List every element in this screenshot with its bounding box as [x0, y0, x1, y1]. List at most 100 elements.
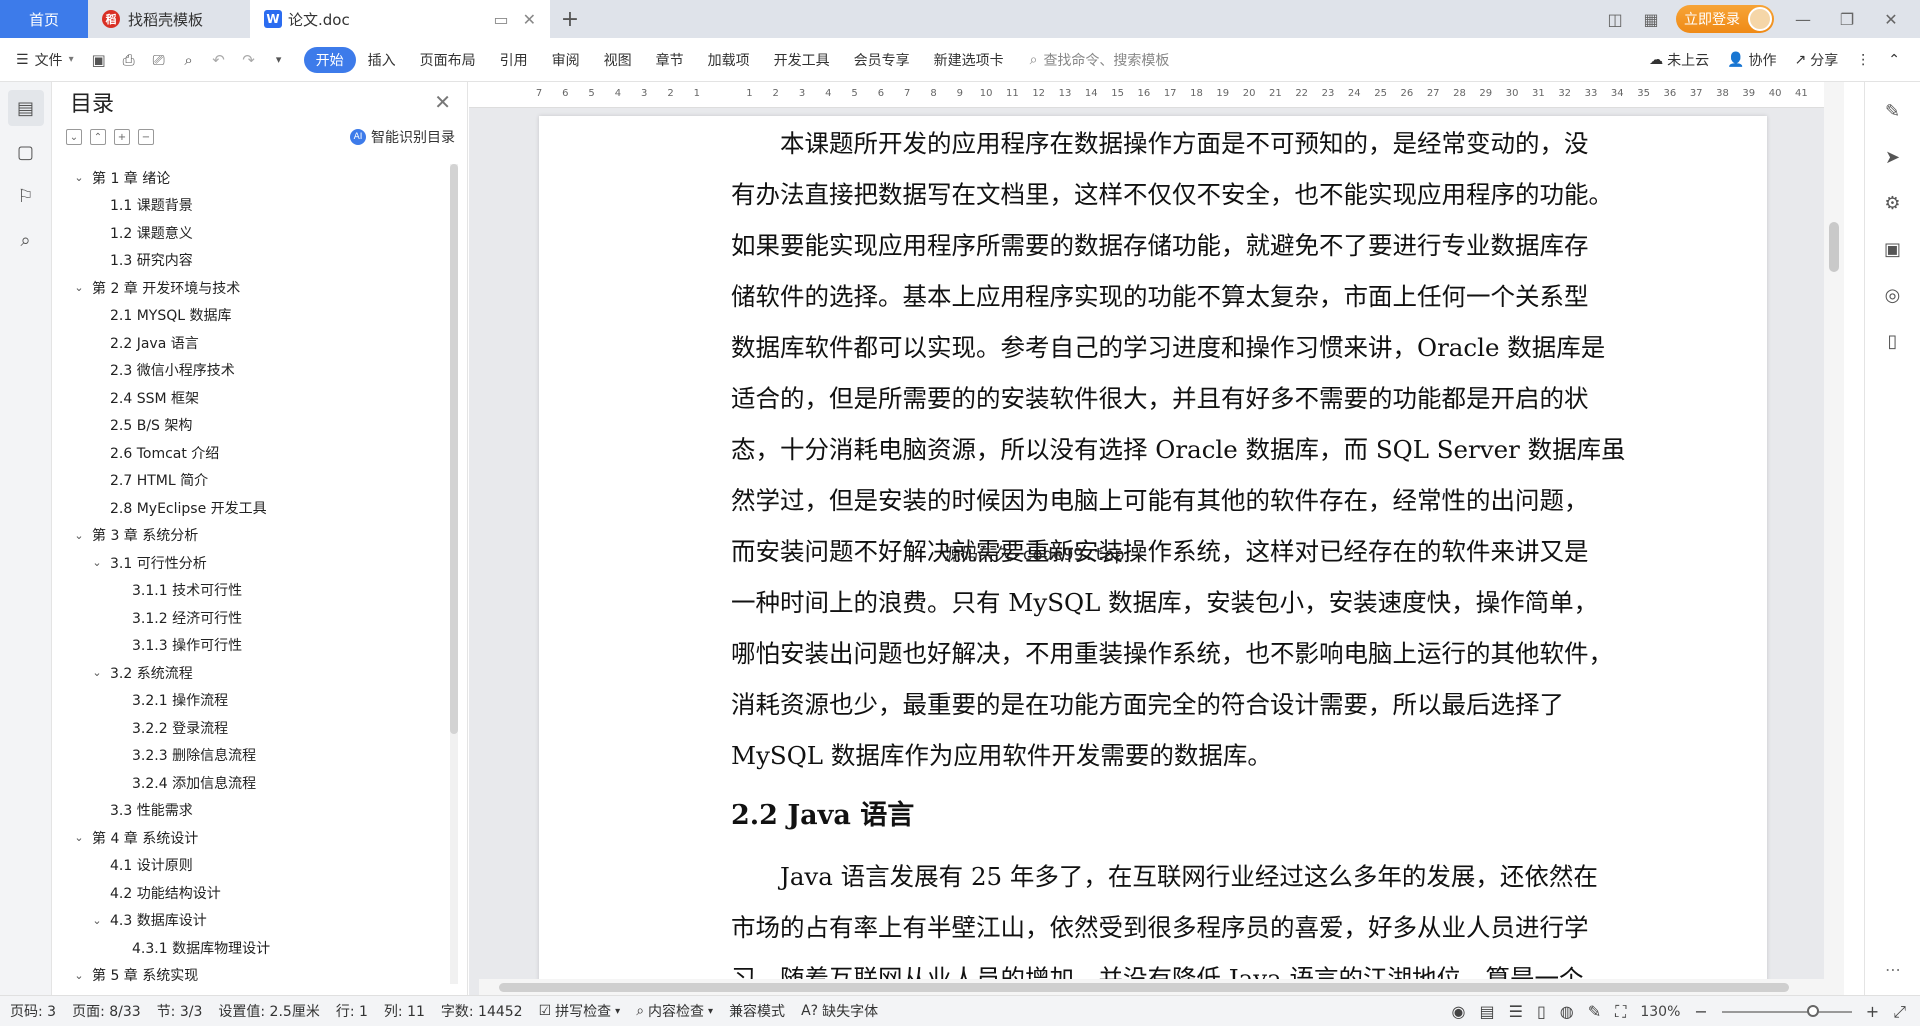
toc-item[interactable]: ⌄ 3.2 系统流程	[52, 659, 442, 687]
zoom-slider-knob[interactable]	[1806, 1004, 1819, 1017]
document-horizontal-scrollbar[interactable]	[479, 979, 1824, 995]
customize-toolbar-icon[interactable]: ▾	[268, 49, 290, 71]
tab-home[interactable]: 首页	[0, 0, 88, 38]
restore-icon[interactable]: ❐	[1832, 10, 1862, 29]
content-check-button[interactable]: ⌕ 内容检查 ▾	[636, 1001, 713, 1021]
minimize-icon[interactable]: —	[1788, 10, 1818, 29]
collapse-all-icon[interactable]: ⌃	[90, 129, 106, 145]
close-icon[interactable]: ✕	[434, 90, 451, 114]
toc-icon[interactable]: ▤	[7, 90, 44, 126]
paragraph-java[interactable]: Java 语言发展有 25 年多了，在互联网行业经过这么多年的发展，还依然在 市场…	[731, 851, 1636, 995]
collapse-ribbon-button[interactable]: ⌃	[1888, 52, 1900, 68]
toc-item[interactable]: 1.2 课题意义	[52, 219, 442, 247]
close-tab-icon[interactable]: ✕	[523, 10, 536, 29]
chevron-down-icon[interactable]: ⌄	[72, 171, 86, 184]
web-view-icon[interactable]: ◍	[1560, 1002, 1574, 1021]
toc-item[interactable]: 4.2 功能结构设计	[52, 879, 442, 907]
toc-item[interactable]: 2.8 MyEclipse 开发工具	[52, 494, 442, 522]
document-horizontal-scrollbar-thumb[interactable]	[499, 983, 1789, 992]
toc-item[interactable]: ⌄ 4.3 数据库设计	[52, 907, 442, 935]
document-vertical-scrollbar-thumb[interactable]	[1829, 222, 1839, 272]
horizontal-ruler[interactable]: 7 6 5 4 3 2 1 1 2 3 4 5 6 7 8 9 10 11 12 13 14 15 16 17 18 19 20 21…	[469, 82, 1844, 108]
status-row[interactable]: 行: 1	[336, 1001, 368, 1021]
toc-item[interactable]: 3.2.3 删除信息流程	[52, 742, 442, 770]
zoom-level[interactable]: 130%	[1640, 1004, 1680, 1020]
paragraph-mysql[interactable]: 本课题所开发的应用程序在数据操作方面是不可预知的，是经常变动的，没 有办法直接把数…	[731, 118, 1636, 781]
toc-item[interactable]: 4.1 设计原则	[52, 852, 442, 880]
new-tab-button[interactable]: +	[550, 0, 590, 38]
status-page-number[interactable]: 页码: 3	[10, 1001, 56, 1021]
close-window-icon[interactable]: ✕	[1876, 10, 1906, 29]
apps-grid-icon[interactable]: ▦	[1640, 8, 1662, 30]
status-section[interactable]: 节: 3/3	[157, 1001, 203, 1021]
chevron-down-icon[interactable]: ⌄	[72, 281, 86, 294]
outline-view-icon[interactable]: ☰	[1509, 1002, 1523, 1021]
chevron-down-icon[interactable]: ⌄	[72, 969, 86, 982]
document-body[interactable]: 本课题所开发的应用程序在数据操作方面是不可预知的，是经常变动的，没 有办法直接把数…	[731, 118, 1636, 995]
tab-review[interactable]: 审阅	[540, 47, 592, 73]
tab-home-ribbon[interactable]: 开始	[303, 46, 356, 73]
toc-item[interactable]: 2.4 SSM 框架	[52, 384, 442, 412]
image-icon[interactable]: ▣	[1878, 234, 1908, 264]
reading-mode-icon[interactable]: ◫	[1604, 8, 1626, 30]
zoom-slider[interactable]	[1721, 1004, 1852, 1017]
toc-item[interactable]: ⌄ 第 1 章 绪论	[52, 164, 442, 192]
export-pdf-icon[interactable]: ⎙	[118, 49, 140, 71]
toc-item[interactable]: 3.2.4 添加信息流程	[52, 769, 442, 797]
file-menu[interactable]: ☰ 文件 ▾	[16, 50, 74, 70]
collaborate-button[interactable]: 👤 协作	[1727, 50, 1776, 70]
toc-item[interactable]: ⌄ 第 3 章 系统分析	[52, 522, 442, 550]
fit-page-icon[interactable]: ⛶	[1615, 1002, 1626, 1022]
toc-item[interactable]: 3.3 性能需求	[52, 797, 442, 825]
cloud-status-button[interactable]: ☁ 未上云	[1649, 50, 1709, 70]
adjust-icon[interactable]: ⚙	[1878, 188, 1908, 218]
tab-view[interactable]: 视图	[592, 47, 644, 73]
chevron-down-icon[interactable]: ⌄	[90, 914, 104, 927]
write-view-icon[interactable]: ✎	[1588, 1002, 1601, 1021]
spell-check-button[interactable]: ☑ 拼写检查 ▾	[539, 1001, 621, 1021]
toc-item[interactable]: 3.2.2 登录流程	[52, 714, 442, 742]
page-view-icon[interactable]: ▤	[1479, 1002, 1494, 1021]
heading-java[interactable]: 2.2 Java 语言	[731, 781, 1636, 851]
toc-item[interactable]: 2.6 Tomcat 介绍	[52, 439, 442, 467]
missing-font-button[interactable]: A? 缺失字体	[801, 1001, 878, 1021]
toc-item[interactable]: 2.1 MYSQL 数据库	[52, 302, 442, 330]
toc-item[interactable]: 3.1.1 技术可行性	[52, 577, 442, 605]
toc-scrollbar-thumb[interactable]	[450, 164, 458, 734]
tab-references[interactable]: 引用	[488, 47, 540, 73]
toc-item[interactable]: 1.3 研究内容	[52, 247, 442, 275]
toc-item[interactable]: 1.1 课题背景	[52, 192, 442, 220]
chevron-down-icon[interactable]: ⌄	[90, 666, 104, 679]
remove-heading-icon[interactable]: −	[138, 129, 154, 145]
compass-icon[interactable]: ◎	[1878, 280, 1908, 310]
book-icon[interactable]: ▯	[1878, 326, 1908, 356]
pen-icon[interactable]: ✎	[1878, 96, 1908, 126]
add-heading-icon[interactable]: +	[114, 129, 130, 145]
navigation-icon[interactable]: ▢	[8, 134, 44, 170]
screen-icon[interactable]: ▭	[493, 10, 508, 29]
print-preview-icon[interactable]: ⌕	[178, 49, 200, 71]
tab-template[interactable]: 稻 找稻壳模板	[88, 0, 250, 38]
status-word-count[interactable]: 字数: 14452	[441, 1001, 523, 1021]
tab-insert[interactable]: 插入	[356, 47, 408, 73]
toc-item[interactable]: 2.7 HTML 简介	[52, 467, 442, 495]
tab-developer[interactable]: 开发工具	[762, 47, 842, 73]
toc-item[interactable]: 2.3 微信小程序技术	[52, 357, 442, 385]
toc-item[interactable]: 2.5 B/S 架构	[52, 412, 442, 440]
tab-new[interactable]: 新建选项卡	[922, 47, 1016, 73]
expand-all-icon[interactable]: ⌄	[66, 129, 82, 145]
save-icon[interactable]: ▣	[88, 49, 110, 71]
document-page[interactable]: 本课题所开发的应用程序在数据操作方面是不可预知的，是经常变动的，没 有办法直接把数…	[539, 116, 1767, 995]
tab-page-layout[interactable]: 页面布局	[408, 47, 488, 73]
eye-icon[interactable]: ◉	[1452, 1002, 1466, 1021]
more-horizontal-icon[interactable]: ⋯	[1865, 960, 1920, 979]
tab-addins[interactable]: 加载项	[696, 47, 762, 73]
status-pages[interactable]: 页面: 8/33	[72, 1001, 141, 1021]
tab-member[interactable]: 会员专享	[842, 47, 922, 73]
status-column[interactable]: 列: 11	[384, 1001, 425, 1021]
tab-document[interactable]: W 论文.doc ▭ ✕	[250, 0, 550, 38]
share-button[interactable]: ↗ 分享	[1795, 50, 1839, 70]
toc-item[interactable]: 3.1.2 经济可行性	[52, 604, 442, 632]
status-setting[interactable]: 设置值: 2.5厘米	[218, 1001, 319, 1021]
command-search[interactable]: ⌕ 查找命令、搜索模板	[1030, 50, 1170, 70]
